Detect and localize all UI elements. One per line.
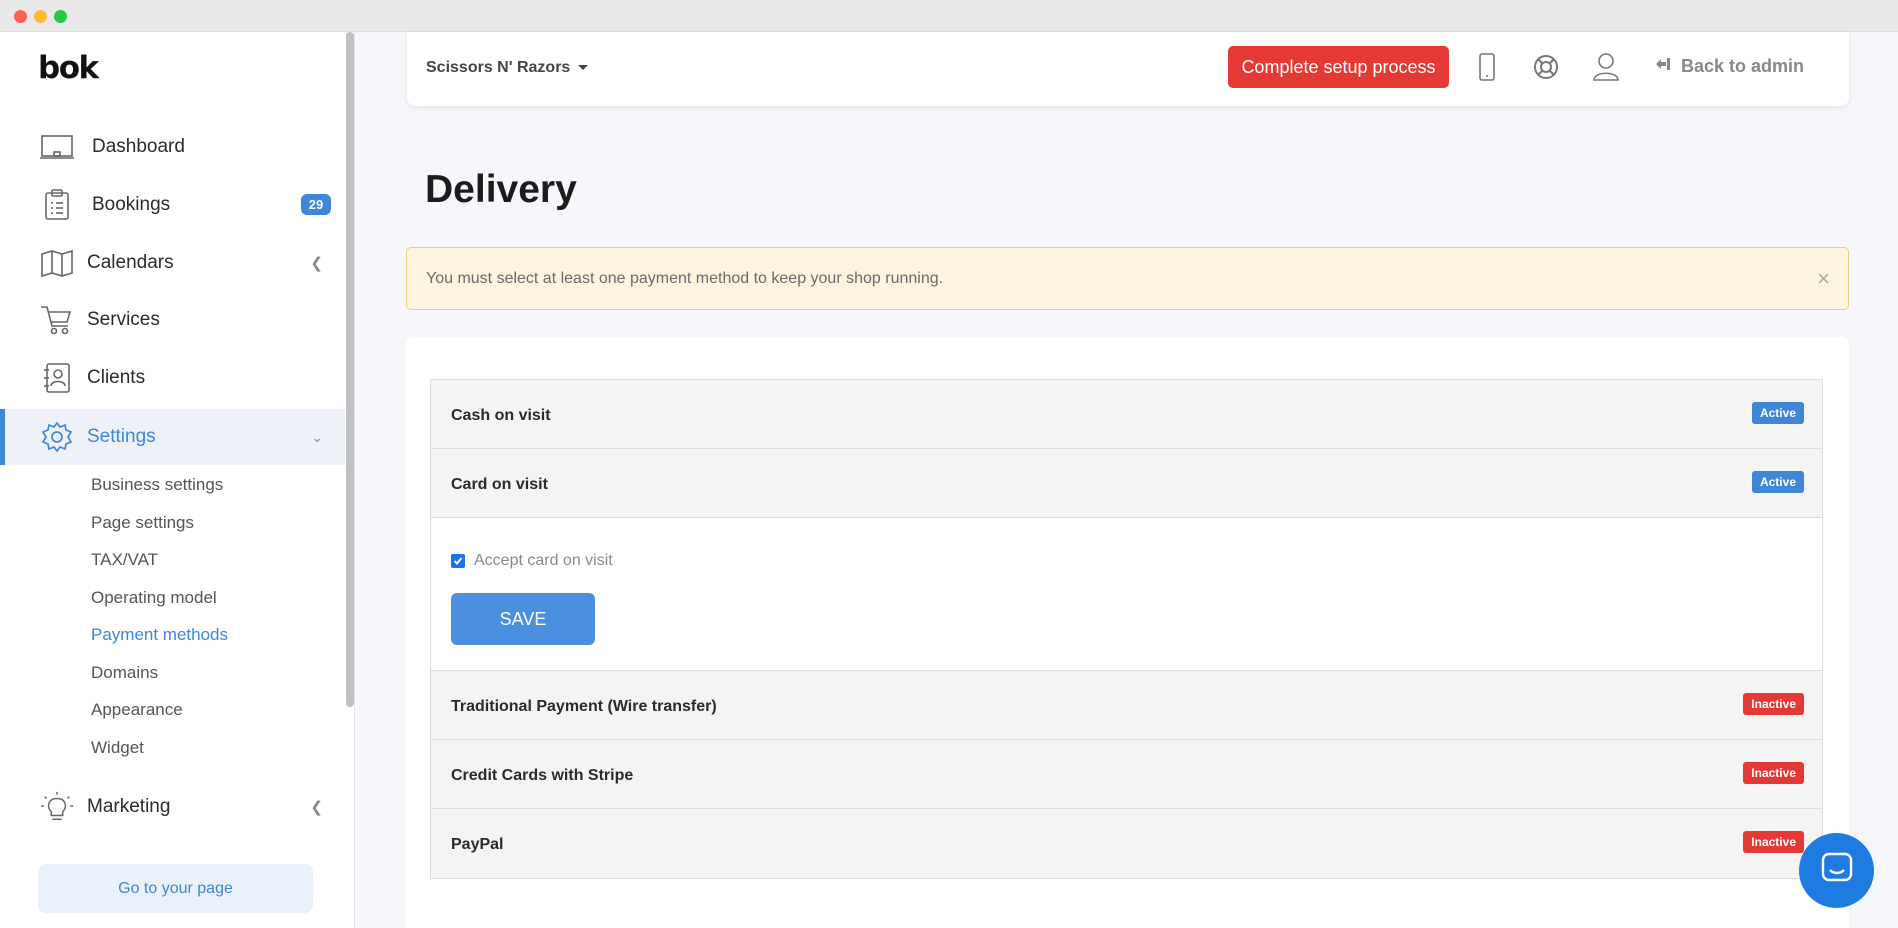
payment-methods-list: Cash on visit Active Card on visit Activ… <box>430 379 1823 879</box>
sign-out-icon <box>1655 56 1671 77</box>
alert-message: You must select at least one payment met… <box>426 270 944 287</box>
lightbulb-icon <box>40 790 74 824</box>
gear-icon <box>40 420 74 454</box>
sidebar-item-services[interactable]: Services <box>0 292 345 348</box>
sidebar-subitem-business-settings[interactable]: Business settings <box>91 475 223 495</box>
caret-down-icon <box>578 65 589 71</box>
sidebar-item-label: Clients <box>87 367 146 388</box>
payment-method-name: Traditional Payment (Wire transfer) <box>451 698 717 715</box>
chat-icon <box>1820 851 1854 890</box>
sidebar-scrollbar[interactable] <box>346 32 354 707</box>
payment-method-row[interactable]: Traditional Payment (Wire transfer) Inac… <box>431 671 1822 740</box>
status-badge: Inactive <box>1743 831 1804 853</box>
window-maximize-button[interactable] <box>54 10 67 23</box>
accept-card-label: Accept card on visit <box>474 552 613 569</box>
sidebar-subitem-domains[interactable]: Domains <box>91 663 158 683</box>
sidebar-subitem-tax-vat[interactable]: TAX/VAT <box>91 550 158 570</box>
sidebar-item-dashboard[interactable]: Dashboard <box>0 119 345 175</box>
status-badge: Active <box>1751 402 1804 424</box>
status-badge: Inactive <box>1743 762 1804 784</box>
payment-method-name: Card on visit <box>451 476 548 493</box>
save-button[interactable]: SAVE <box>451 593 595 645</box>
close-icon[interactable]: × <box>1817 266 1830 292</box>
payment-method-row[interactable]: PayPal Inactive <box>431 809 1822 878</box>
window-minimize-button[interactable] <box>34 10 47 23</box>
warning-alert: You must select at least one payment met… <box>406 247 1849 310</box>
shop-selector[interactable]: Scissors N' Razors <box>426 59 589 77</box>
accept-card-checkbox[interactable] <box>451 554 465 568</box>
accept-card-checkbox-group[interactable]: Accept card on visit <box>451 552 613 570</box>
clipboard-icon <box>40 188 74 222</box>
card-on-visit-settings: Accept card on visit SAVE <box>431 518 1822 671</box>
sidebar-item-label: Calendars <box>87 252 174 273</box>
mobile-icon[interactable] <box>1470 50 1504 84</box>
sidebar-item-calendars[interactable]: Calendars ❮ <box>0 235 345 291</box>
help-lifebuoy-icon[interactable] <box>1529 50 1563 84</box>
payment-method-row[interactable]: Cash on visit Active <box>431 380 1822 449</box>
sidebar-item-marketing[interactable]: Marketing ❮ <box>0 779 345 835</box>
back-to-admin-label: Back to admin <box>1681 56 1805 76</box>
sidebar-subitem-payment-methods[interactable]: Payment methods <box>91 625 228 645</box>
payment-method-row[interactable]: Credit Cards with Stripe Inactive <box>431 740 1822 809</box>
chevron-left-icon: ❮ <box>310 799 323 816</box>
payment-method-row[interactable]: Card on visit Active <box>431 449 1822 518</box>
go-to-page-button[interactable]: Go to your page <box>38 864 313 913</box>
dashboard-icon <box>40 130 74 164</box>
window-close-button[interactable] <box>14 10 27 23</box>
payment-method-name: Cash on visit <box>451 407 551 424</box>
sidebar-item-bookings[interactable]: Bookings 29 <box>0 177 345 233</box>
sidebar-item-label: Marketing <box>87 796 171 817</box>
status-badge: Inactive <box>1743 693 1804 715</box>
chat-launcher-button[interactable] <box>1799 833 1874 908</box>
chevron-down-icon: ⌄ <box>311 428 323 445</box>
sidebar-subitem-appearance[interactable]: Appearance <box>91 700 183 720</box>
sidebar-item-label: Dashboard <box>92 136 185 157</box>
topbar: Scissors N' Razors Complete setup proces… <box>407 32 1849 106</box>
sidebar-item-clients[interactable]: Clients <box>0 350 345 406</box>
sidebar-subitem-operating-model[interactable]: Operating model <box>91 588 217 608</box>
sidebar-item-label: Bookings <box>92 194 171 215</box>
shop-name: Scissors N' Razors <box>426 59 571 76</box>
window-titlebar <box>0 0 1898 32</box>
sidebar-item-label: Settings <box>87 426 156 447</box>
back-to-admin-link[interactable]: Back to admin <box>1655 56 1804 77</box>
sidebar-subitem-widget[interactable]: Widget <box>91 738 144 758</box>
contact-icon <box>40 361 74 395</box>
map-icon <box>40 246 74 280</box>
sidebar-subitem-page-settings[interactable]: Page settings <box>91 513 194 533</box>
sidebar-item-label: Services <box>87 309 160 330</box>
page-title: Delivery <box>425 168 577 211</box>
chevron-left-icon: ❮ <box>310 255 323 272</box>
user-icon[interactable] <box>1589 50 1623 84</box>
cart-icon <box>40 303 74 337</box>
logo: bok <box>38 50 99 86</box>
bookings-count-badge: 29 <box>301 194 331 215</box>
complete-setup-button[interactable]: Complete setup process <box>1228 46 1449 88</box>
status-badge: Active <box>1751 471 1804 493</box>
payment-method-name: Credit Cards with Stripe <box>451 767 634 784</box>
sidebar-item-settings[interactable]: Settings ⌄ <box>0 409 345 465</box>
payment-method-name: PayPal <box>451 836 504 853</box>
payment-methods-card: Cash on visit Active Card on visit Activ… <box>406 337 1849 928</box>
